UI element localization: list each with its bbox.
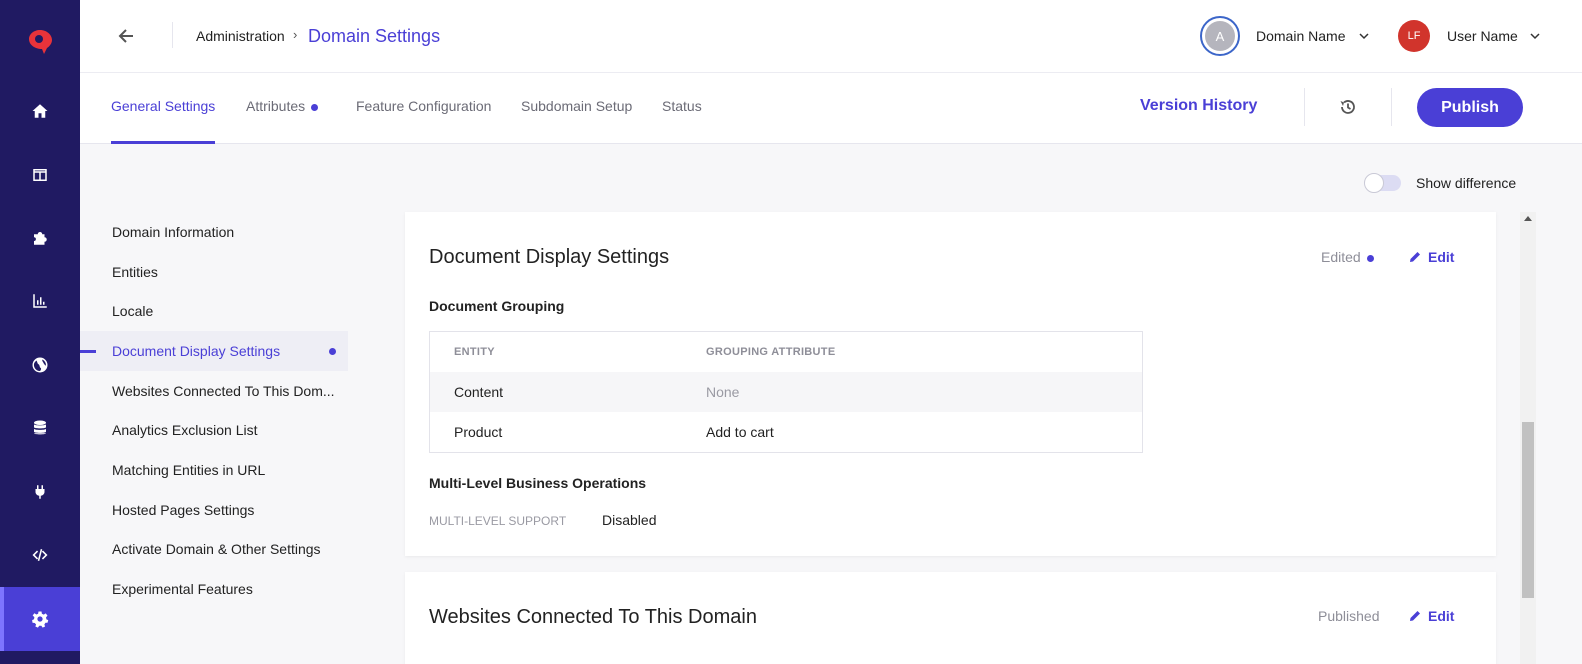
multi-level-support-value: Disabled <box>602 512 657 528</box>
edit-button[interactable]: Edit <box>1408 249 1454 265</box>
domain-avatar[interactable]: A <box>1200 16 1240 56</box>
table-row: Content None <box>430 372 1142 412</box>
sidemenu-item-document-display-settings[interactable]: Document Display Settings <box>80 331 348 371</box>
scroll-up-arrow-icon[interactable] <box>1524 216 1532 221</box>
sidemenu-item-label: Hosted Pages Settings <box>112 502 255 518</box>
chevron-down-icon[interactable] <box>1358 30 1370 42</box>
sidemenu-item-label: Locale <box>112 303 154 319</box>
domain-name-dropdown[interactable]: Domain Name <box>1256 28 1345 44</box>
sidemenu-item-label: Experimental Features <box>112 581 253 597</box>
toggle-knob <box>1364 173 1384 193</box>
tab-status[interactable]: Status <box>662 98 702 144</box>
sidemenu-item-label: Websites Connected To This Dom... <box>112 383 335 399</box>
user-name-dropdown[interactable]: User Name <box>1447 28 1518 44</box>
tab-attributes[interactable]: Attributes <box>246 98 319 144</box>
table-cell-grouping: None <box>706 384 740 400</box>
sidemenu-item-locale[interactable]: Locale <box>80 291 348 331</box>
sidemenu-item-entities[interactable]: Entities <box>80 252 348 292</box>
tabs-divider <box>1391 88 1392 126</box>
layout-icon[interactable] <box>0 143 80 207</box>
show-difference-label: Show difference <box>1416 175 1517 191</box>
version-history-link[interactable]: Version History <box>1140 97 1257 115</box>
table-cell-grouping: Add to cart <box>706 424 774 440</box>
multi-level-support-label: MULTI-LEVEL SUPPORT <box>429 514 567 528</box>
pencil-icon <box>1410 611 1420 621</box>
domain-avatar-initial: A <box>1205 21 1235 51</box>
sidemenu-item-label: Activate Domain & Other Settings <box>112 541 321 557</box>
sidemenu-item-hosted-pages[interactable]: Hosted Pages Settings <box>80 490 348 530</box>
globe-icon[interactable] <box>0 333 80 397</box>
user-avatar[interactable]: LF <box>1398 20 1430 52</box>
edited-dot-icon <box>329 348 336 355</box>
sidemenu-item-analytics-exclusion[interactable]: Analytics Exclusion List <box>80 410 348 450</box>
table-header-entity: ENTITY <box>454 346 495 358</box>
card-title: Websites Connected To This Domain <box>429 606 757 628</box>
pencil-icon <box>1410 252 1420 262</box>
puzzle-icon[interactable] <box>0 206 80 270</box>
sidemenu-item-label: Document Display Settings <box>112 343 281 359</box>
tab-label: Feature Configuration <box>356 98 492 114</box>
sidemenu-item-label: Matching Entities in URL <box>112 462 266 478</box>
show-difference-toggle[interactable] <box>1364 173 1401 193</box>
top-header: Administration › Domain Settings A Domai… <box>80 0 1582 73</box>
sidemenu-item-label: Domain Information <box>112 224 235 240</box>
left-rail <box>0 0 80 664</box>
plug-icon[interactable] <box>0 460 80 524</box>
home-icon[interactable] <box>0 79 80 143</box>
tab-subdomain-setup[interactable]: Subdomain Setup <box>521 98 632 144</box>
edited-dot-icon <box>311 103 319 111</box>
back-arrow-icon[interactable] <box>114 24 138 48</box>
breadcrumb-separator: › <box>293 27 298 42</box>
scrollbar-thumb[interactable] <box>1522 422 1534 598</box>
database-icon[interactable] <box>0 396 80 460</box>
breadcrumb-administration[interactable]: Administration <box>196 28 285 44</box>
table-cell-entity: Content <box>454 384 504 400</box>
header-divider <box>172 22 173 48</box>
tabs-divider <box>1304 88 1305 126</box>
status-label: Published <box>1318 608 1380 624</box>
sidemenu-item-experimental-features[interactable]: Experimental Features <box>80 569 348 609</box>
sidemenu-item-matching-entities[interactable]: Matching Entities in URL <box>80 450 348 490</box>
edit-button[interactable]: Edit <box>1408 608 1454 624</box>
document-display-settings-card: Document Display Settings Edited Edit Do… <box>405 212 1496 556</box>
edit-label: Edit <box>1428 249 1455 265</box>
brand-logo-icon[interactable] <box>24 24 56 56</box>
table-cell-entity: Product <box>454 424 503 440</box>
status-text: Edited <box>1321 249 1374 265</box>
tabs-bar: General Settings Attributes Feature Conf… <box>80 73 1582 144</box>
publish-button[interactable]: Publish <box>1417 88 1523 127</box>
history-icon[interactable] <box>1338 97 1358 117</box>
grouping-table: ENTITY GROUPING ATTRIBUTE Content None P… <box>429 331 1143 453</box>
tab-label: Subdomain Setup <box>521 98 633 114</box>
gear-icon[interactable] <box>0 587 80 651</box>
card-title: Document Display Settings <box>429 246 670 268</box>
table-row: Product Add to cart <box>430 412 1142 452</box>
chevron-down-icon[interactable] <box>1529 30 1541 42</box>
sidemenu-item-label: Analytics Exclusion List <box>112 422 258 438</box>
tab-label: Attributes <box>246 98 306 114</box>
sidemenu-item-domain-information[interactable]: Domain Information <box>80 212 348 252</box>
sidemenu-item-websites-connected[interactable]: Websites Connected To This Dom... <box>80 371 348 411</box>
websites-connected-card: Websites Connected To This Domain Publis… <box>405 572 1496 664</box>
document-grouping-heading: Document Grouping <box>429 298 565 314</box>
content-scrollbar[interactable] <box>1520 212 1536 664</box>
code-icon[interactable] <box>0 523 80 587</box>
edit-label: Edit <box>1428 608 1455 624</box>
sidemenu-item-label: Entities <box>112 264 158 280</box>
edited-dot-icon <box>1366 254 1374 262</box>
tab-label: General Settings <box>111 98 216 114</box>
page-title: Domain Settings <box>308 26 441 46</box>
tab-feature-configuration[interactable]: Feature Configuration <box>356 98 491 144</box>
chart-icon[interactable] <box>0 269 80 333</box>
tab-label: Status <box>662 98 702 114</box>
multi-level-heading: Multi-Level Business Operations <box>429 475 647 491</box>
table-header-grouping-attribute: GROUPING ATTRIBUTE <box>706 346 836 358</box>
tab-general-settings[interactable]: General Settings <box>111 98 216 144</box>
sidemenu-item-activate-domain[interactable]: Activate Domain & Other Settings <box>80 529 348 569</box>
status-label: Edited <box>1321 249 1361 265</box>
